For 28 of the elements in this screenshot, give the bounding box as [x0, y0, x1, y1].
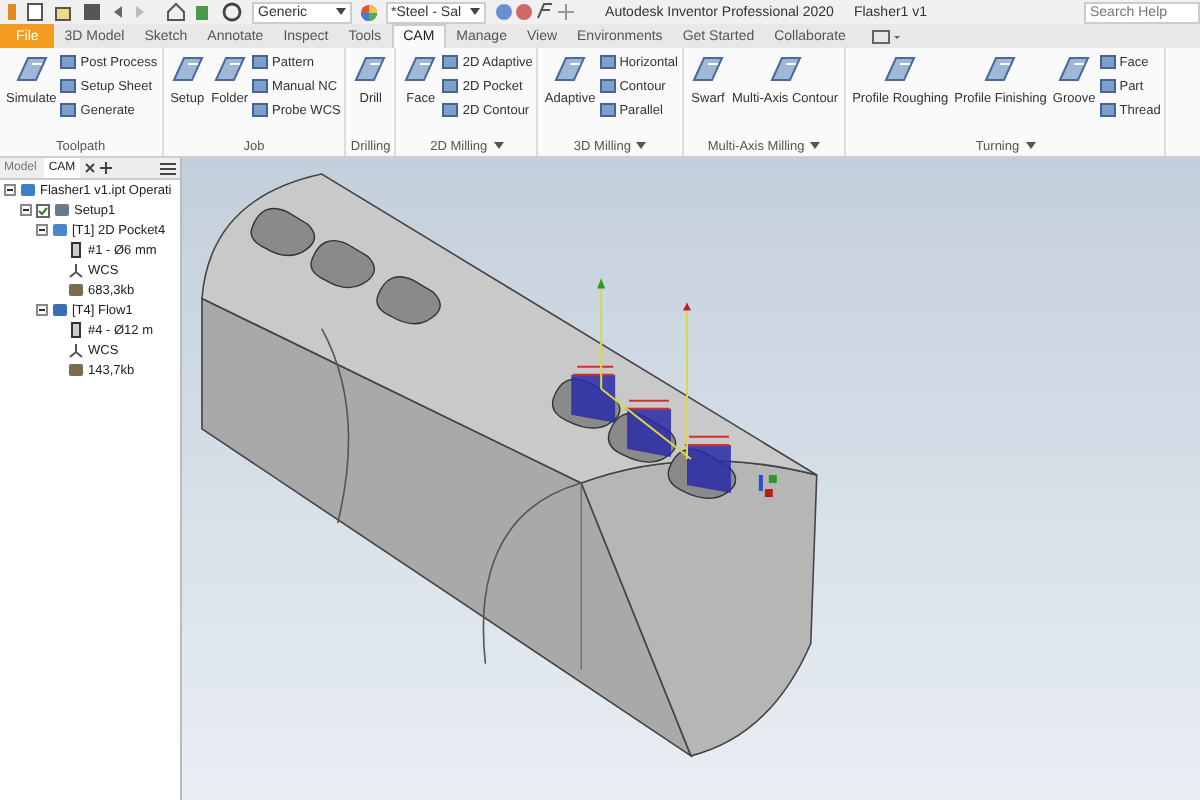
panel-toggle-icon[interactable] [871, 29, 900, 43]
tree-node-icon [54, 202, 70, 218]
tree-node-icon [52, 302, 68, 318]
axis-triad-icon [758, 475, 777, 498]
dropdown-caret-icon[interactable] [636, 142, 647, 150]
tree-node-icon [68, 242, 84, 258]
tree-node-icon [68, 362, 84, 378]
menu-icon[interactable] [160, 161, 176, 175]
caret-icon [335, 8, 346, 16]
tree-node-icon [68, 282, 84, 298]
collapse-icon[interactable] [36, 304, 48, 316]
close-icon[interactable] [83, 162, 96, 174]
dropdown-caret-icon[interactable] [810, 142, 821, 150]
tree-node-icon [20, 182, 36, 198]
dropdown-caret-icon[interactable] [493, 142, 504, 150]
dropdown-caret-icon[interactable] [1025, 142, 1036, 150]
tree-node-icon [68, 322, 84, 338]
quick-access-icon[interactable] [4, 2, 244, 22]
tree-node-icon [52, 222, 68, 238]
collapse-icon[interactable] [4, 184, 16, 196]
caret-icon [469, 8, 480, 16]
collapse-icon[interactable] [36, 224, 48, 236]
collapse-icon[interactable] [20, 204, 32, 216]
tree-node-icon [68, 262, 84, 278]
color-wheel-icon[interactable] [359, 3, 378, 21]
checkbox[interactable] [36, 203, 50, 217]
add-icon[interactable] [99, 162, 112, 174]
tree-node-icon [68, 342, 84, 358]
